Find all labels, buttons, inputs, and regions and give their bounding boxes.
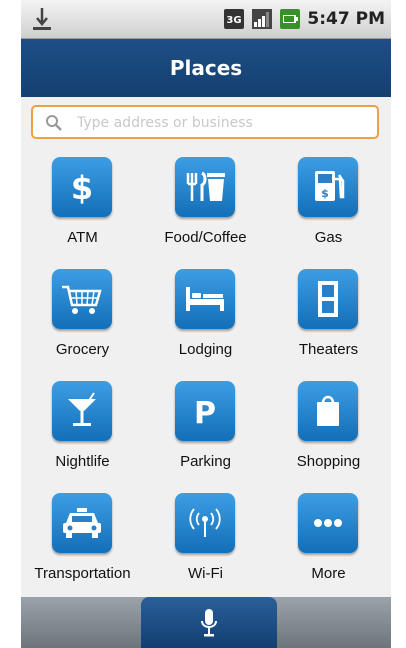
wifi-icon [189,508,221,537]
category-label: More [311,565,346,582]
microphone-icon [201,609,217,637]
signal-icon [252,9,273,29]
phone-screen: 3G 5:47 PM Places Type address or busine… [21,0,391,648]
status-bar: 3G 5:47 PM [21,0,391,39]
category-parking[interactable]: P Parking [144,379,267,491]
svg-text:3G: 3G [227,15,242,26]
category-more[interactable]: More [267,491,390,603]
category-wifi[interactable]: Wi-Fi [144,491,267,603]
usb-icon [33,8,51,30]
category-label: Transportation [34,565,131,582]
fork-knife-cup-icon [186,171,225,201]
category-label: Theaters [298,341,359,358]
page-title: Places [169,56,243,80]
category-label: Food/Coffee [164,229,247,246]
category-nightlife[interactable]: Nightlife [21,379,144,491]
gas-pump-icon: $ [315,171,345,201]
more-dots-icon [314,519,342,527]
category-label: Gas [314,229,343,246]
category-label: Shopping [296,453,361,470]
status-clock: 5:47 PM [307,9,385,29]
category-atm[interactable]: $ ATM [21,155,144,267]
search-icon [46,115,62,131]
category-grocery[interactable]: Grocery [21,267,144,379]
svg-text:$: $ [321,187,329,200]
bottom-bar [21,597,391,648]
3g-network-icon: 3G [224,9,245,29]
category-label: ATM [67,229,98,246]
category-food-coffee[interactable]: Food/Coffee [144,155,267,267]
svg-text:P: P [194,396,216,431]
cocktail-icon [68,392,96,426]
category-gas[interactable]: $ Gas [267,155,390,267]
dollar-icon: $ [71,169,93,207]
shopping-cart-icon [62,285,102,314]
bed-icon [186,287,224,311]
category-label: Lodging [178,341,233,358]
category-label: Grocery [55,341,110,358]
taxi-icon [63,508,101,538]
category-shopping[interactable]: Shopping [267,379,390,491]
search-input[interactable] [77,111,367,135]
header: Places [21,39,391,97]
search-box[interactable] [31,105,379,139]
category-transportation[interactable]: Transportation [21,491,144,603]
svg-text:$: $ [71,169,93,207]
category-label: Nightlife [55,453,110,470]
category-label: Parking [180,453,231,470]
film-icon [318,281,338,317]
battery-icon [280,9,301,29]
shopping-bag-icon [317,395,339,426]
category-label: Wi-Fi [188,565,223,582]
voice-search-button[interactable] [141,597,277,648]
category-theaters[interactable]: Theaters [267,267,390,379]
main-content: $ ATM Food/Coffee [21,97,391,597]
parking-icon: P [194,396,216,431]
category-lodging[interactable]: Lodging [144,267,267,379]
